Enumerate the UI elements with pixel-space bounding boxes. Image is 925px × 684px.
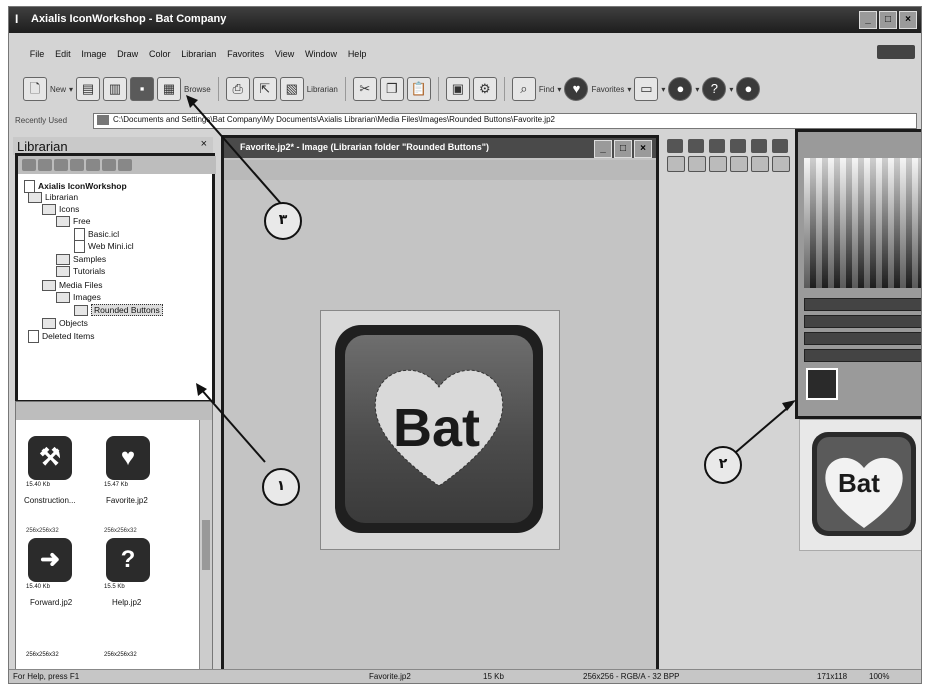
callout-2: ٢ [704,446,742,484]
callout-lines [186,95,796,463]
callout-1: ١ [262,468,300,506]
callout-3: ٣ [264,202,302,240]
